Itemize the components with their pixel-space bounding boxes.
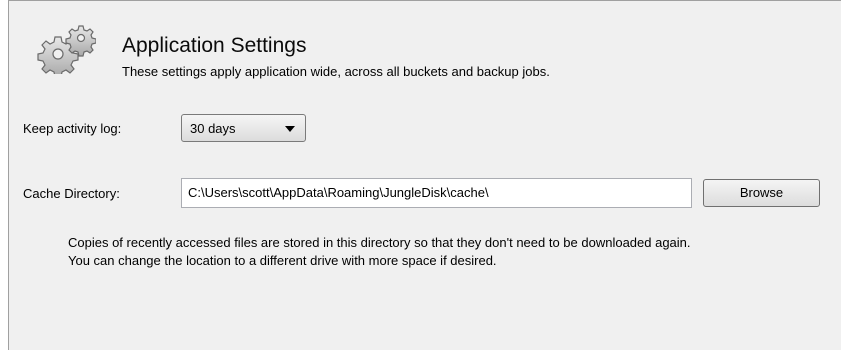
cache-directory-input[interactable]: C:\Users\scott\AppData\Roaming\JungleDis… bbox=[181, 178, 692, 208]
activity-log-label: Keep activity log: bbox=[23, 121, 122, 136]
gears-icon bbox=[37, 25, 96, 74]
browse-button[interactable]: Browse bbox=[703, 179, 820, 207]
chevron-down-icon bbox=[285, 126, 295, 132]
page-subtitle: These settings apply application wide, a… bbox=[122, 64, 550, 79]
activity-log-selected-value: 30 days bbox=[190, 121, 236, 136]
activity-log-select[interactable]: 30 days bbox=[181, 114, 306, 142]
cache-help-text: Copies of recently accessed files are st… bbox=[68, 235, 691, 268]
page-title: Application Settings bbox=[122, 34, 307, 57]
cache-directory-label: Cache Directory: bbox=[23, 186, 120, 201]
settings-panel: Application Settings These settings appl… bbox=[8, 0, 841, 350]
